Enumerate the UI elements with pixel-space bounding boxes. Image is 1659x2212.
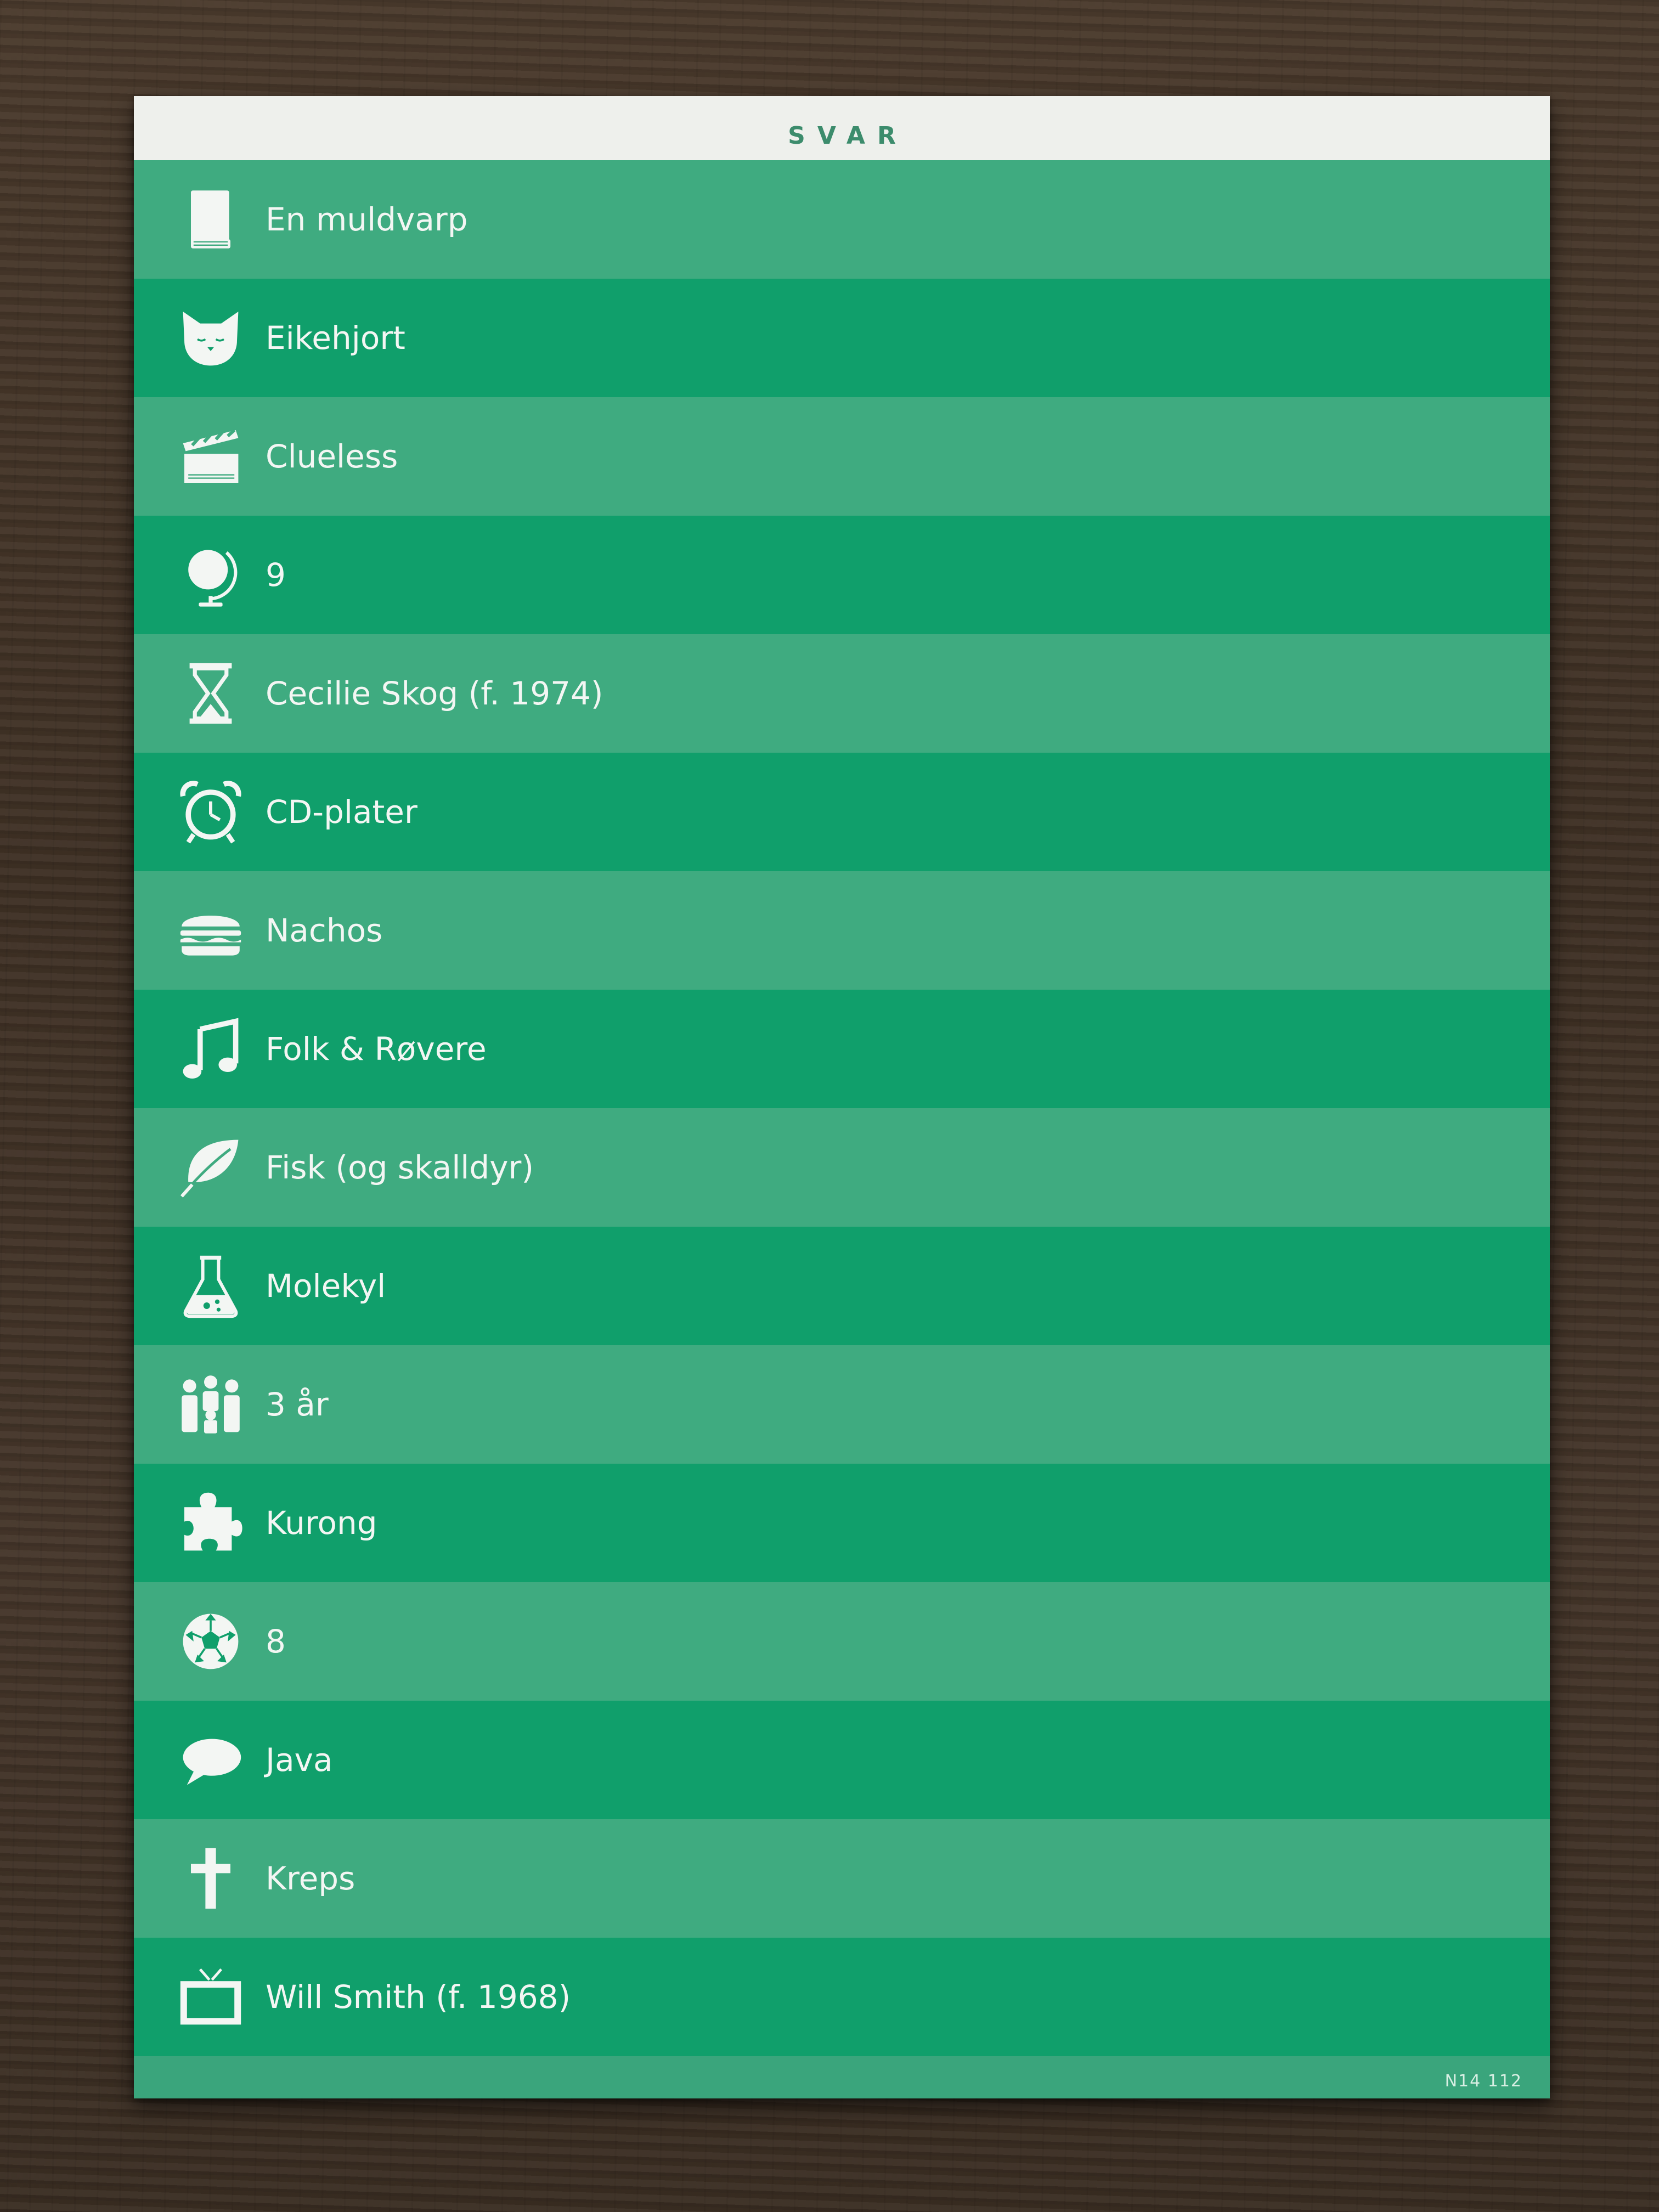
answer-text: 8 (266, 1623, 286, 1660)
globe-icon (178, 542, 244, 608)
cross-icon (178, 1846, 244, 1911)
answer-row: Eikehjort (134, 279, 1550, 397)
answer-text: Kurong (266, 1504, 377, 1542)
answer-text: Eikehjort (266, 319, 405, 357)
answer-list: En muldvarp Eikehjort Clueless 9 Cecilie… (134, 160, 1550, 2056)
flask-icon (178, 1253, 244, 1319)
answer-row: Fisk (og skalldyr) (134, 1108, 1550, 1227)
answer-row: Java (134, 1701, 1550, 1819)
answer-row: 3 år (134, 1345, 1550, 1464)
answer-row: Molekyl (134, 1227, 1550, 1345)
alarm-clock-icon (178, 779, 244, 845)
tv-icon (178, 1964, 244, 2030)
answer-row: En muldvarp (134, 160, 1550, 279)
book-icon (178, 187, 244, 252)
answer-row: Cecilie Skog (f. 1974) (134, 634, 1550, 753)
answer-row: CD-plater (134, 753, 1550, 871)
family-icon (178, 1372, 244, 1437)
answer-row: Will Smith (f. 1968) (134, 1938, 1550, 2056)
cat-icon (178, 305, 244, 371)
puzzle-piece-icon (178, 1490, 244, 1556)
burger-icon (178, 898, 244, 963)
answer-row: Kreps (134, 1819, 1550, 1938)
answer-text: Fisk (og skalldyr) (266, 1149, 534, 1186)
soccer-ball-icon (178, 1609, 244, 1674)
answer-text: Kreps (266, 1860, 356, 1897)
card-title: SVAR (788, 122, 908, 150)
music-note-icon (178, 1016, 244, 1082)
answer-text: Cecilie Skog (f. 1974) (266, 675, 603, 712)
hourglass-icon (178, 661, 244, 726)
clapperboard-icon (178, 424, 244, 489)
card-header: SVAR (134, 96, 1550, 160)
answer-text: Java (266, 1741, 333, 1779)
answer-text: Folk & Røvere (266, 1030, 487, 1068)
answer-row: Clueless (134, 397, 1550, 516)
answer-row: Kurong (134, 1464, 1550, 1582)
answer-text: Molekyl (266, 1267, 386, 1305)
answer-text: 9 (266, 556, 286, 594)
answer-row: 8 (134, 1582, 1550, 1701)
speech-bubble-icon (178, 1727, 244, 1793)
answer-text: 3 år (266, 1386, 329, 1423)
answer-row: 9 (134, 516, 1550, 634)
card-code: N14 112 (1444, 2072, 1522, 2091)
answer-text: Clueless (266, 438, 398, 475)
answer-row: Folk & Røvere (134, 990, 1550, 1108)
answer-text: CD-plater (266, 793, 417, 831)
leaf-icon (178, 1135, 244, 1200)
answer-row: Nachos (134, 871, 1550, 990)
answer-text: Nachos (266, 912, 383, 949)
answer-text: En muldvarp (266, 201, 468, 238)
answer-card: SVAR En muldvarp Eikehjort Clueless 9 Ce… (134, 96, 1550, 2098)
answer-text: Will Smith (f. 1968) (266, 1978, 571, 2016)
